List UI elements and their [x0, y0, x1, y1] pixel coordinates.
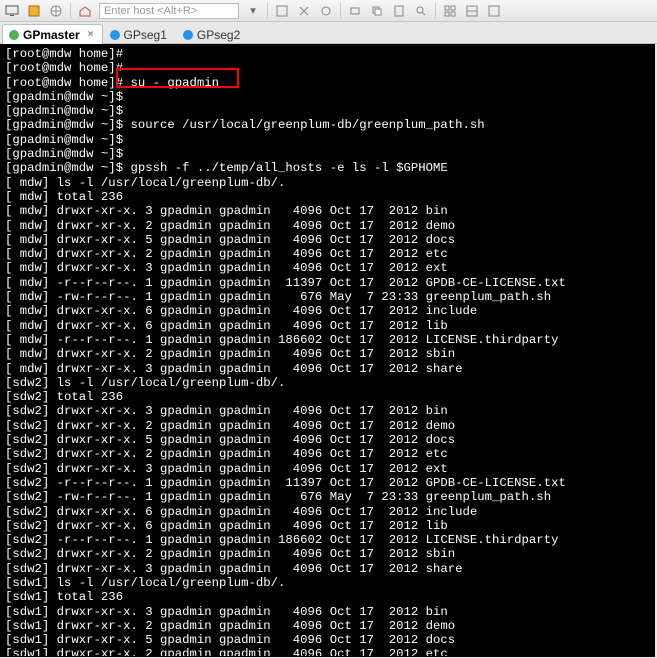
- separator: [340, 3, 341, 19]
- dropdown-icon[interactable]: ▾: [245, 3, 261, 19]
- tile-icon[interactable]: [442, 3, 458, 19]
- maximize-icon[interactable]: [486, 3, 502, 19]
- status-dot-icon: [110, 30, 120, 40]
- tab-gpmaster[interactable]: GPmaster ×: [2, 24, 103, 44]
- tool-icon-1[interactable]: [274, 3, 290, 19]
- status-dot-icon: [183, 30, 193, 40]
- host-placeholder: Enter host <Alt+R>: [104, 5, 197, 17]
- separator: [267, 3, 268, 19]
- tool-icon-3[interactable]: [318, 3, 334, 19]
- close-icon[interactable]: ×: [88, 29, 94, 40]
- tab-label: GPseg1: [124, 28, 167, 42]
- tool-icon-2[interactable]: [296, 3, 312, 19]
- tab-gpseg1[interactable]: GPseg1: [103, 24, 176, 44]
- globe-icon[interactable]: [48, 3, 64, 19]
- toolbar: Enter host <Alt+R> ▾: [0, 0, 657, 22]
- app-icon[interactable]: [26, 3, 42, 19]
- terminal-pane[interactable]: [root@mdw home]# [root@mdw home]# [root@…: [0, 44, 655, 657]
- tab-label: GPmaster: [23, 28, 80, 42]
- host-input[interactable]: Enter host <Alt+R>: [99, 3, 239, 19]
- copy-icon[interactable]: [369, 3, 385, 19]
- print-icon[interactable]: [347, 3, 363, 19]
- monitor-icon[interactable]: [4, 3, 20, 19]
- status-dot-icon: [9, 30, 19, 40]
- tab-label: GPseg2: [197, 28, 240, 42]
- layout-icon[interactable]: [464, 3, 480, 19]
- home-icon[interactable]: [77, 3, 93, 19]
- terminal-output: [root@mdw home]# [root@mdw home]# [root@…: [1, 45, 654, 657]
- search-icon[interactable]: [413, 3, 429, 19]
- paste-icon[interactable]: [391, 3, 407, 19]
- separator: [435, 3, 436, 19]
- tab-bar: GPmaster × GPseg1 GPseg2: [0, 22, 657, 44]
- tab-gpseg2[interactable]: GPseg2: [176, 24, 249, 44]
- separator: [70, 3, 71, 19]
